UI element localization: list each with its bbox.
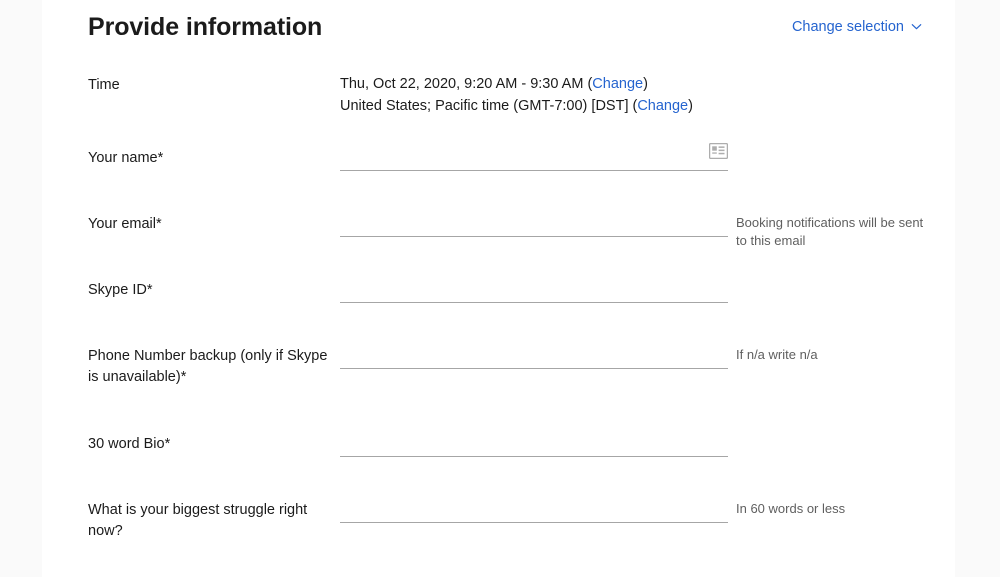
field-wrapper-biggest-struggle — [340, 494, 728, 523]
change-selection-label: Change selection — [791, 19, 904, 35]
page-title: Provide information — [88, 13, 323, 41]
form-row-phone-backup: Phone Number backup (only if Skype is un… — [42, 318, 955, 406]
field-wrapper-bio — [340, 428, 728, 457]
time-datetime-close: ) — [643, 76, 648, 92]
form-row-bio: 30 word Bio* — [42, 406, 955, 472]
field-wrapper-phone-backup — [340, 340, 728, 369]
booking-form-card: Provide information Change selection Tim… — [42, 0, 955, 577]
form-row-time: Time Thu, Oct 22, 2020, 9:20 AM - 9:30 A… — [42, 62, 955, 120]
field-label-your-name: Your name* — [88, 150, 164, 166]
time-value: Thu, Oct 22, 2020, 9:20 AM - 9:30 AM (Ch… — [340, 73, 728, 117]
form-row-your-name: Your name* — [42, 120, 955, 186]
time-label: Time — [88, 77, 120, 93]
time-timezone-close: ) — [688, 98, 693, 114]
skype-id-input[interactable] — [340, 274, 728, 303]
phone-backup-input[interactable] — [340, 340, 728, 369]
field-wrapper-skype-id — [340, 274, 728, 303]
field-hint-phone-backup: If n/a write n/a — [736, 347, 818, 362]
field-label-biggest-struggle: What is your biggest struggle right now? — [88, 502, 308, 539]
your-name-input[interactable] — [340, 142, 728, 171]
time-timezone-text: United States; Pacific time (GMT-7:00) [… — [340, 98, 638, 114]
form-row-skype-id: Skype ID* — [42, 252, 955, 318]
time-datetime-line: Thu, Oct 22, 2020, 9:20 AM - 9:30 AM (Ch… — [340, 73, 728, 95]
chevron-down-icon — [911, 21, 922, 32]
time-timezone-change-link[interactable]: Change — [637, 98, 688, 114]
field-hint-your-email: Booking notifications will be sent to th… — [736, 215, 924, 248]
contact-card-icon[interactable] — [709, 143, 728, 159]
page-header: Provide information Change selection — [42, 0, 955, 62]
form-area: Time Thu, Oct 22, 2020, 9:20 AM - 9:30 A… — [42, 62, 955, 552]
field-label-skype-id: Skype ID* — [88, 282, 153, 298]
field-label-your-email: Your email* — [88, 216, 162, 232]
time-timezone-line: United States; Pacific time (GMT-7:00) [… — [340, 95, 728, 117]
your-email-input[interactable] — [340, 208, 728, 237]
time-datetime-change-link[interactable]: Change — [592, 76, 643, 92]
biggest-struggle-input[interactable] — [340, 494, 728, 523]
field-label-phone-backup: Phone Number backup (only if Skype is un… — [88, 348, 328, 385]
form-row-biggest-struggle: What is your biggest struggle right now?… — [42, 472, 955, 552]
change-selection-button[interactable]: Change selection — [792, 19, 922, 35]
field-wrapper-your-email — [340, 208, 728, 237]
bio-input[interactable] — [340, 428, 728, 457]
form-row-your-email: Your email* Booking notifications will b… — [42, 186, 955, 252]
field-label-bio: 30 word Bio* — [88, 436, 171, 452]
field-wrapper-your-name — [340, 142, 728, 171]
time-datetime-text: Thu, Oct 22, 2020, 9:20 AM - 9:30 AM ( — [340, 76, 593, 92]
field-hint-biggest-struggle: In 60 words or less — [736, 501, 846, 516]
